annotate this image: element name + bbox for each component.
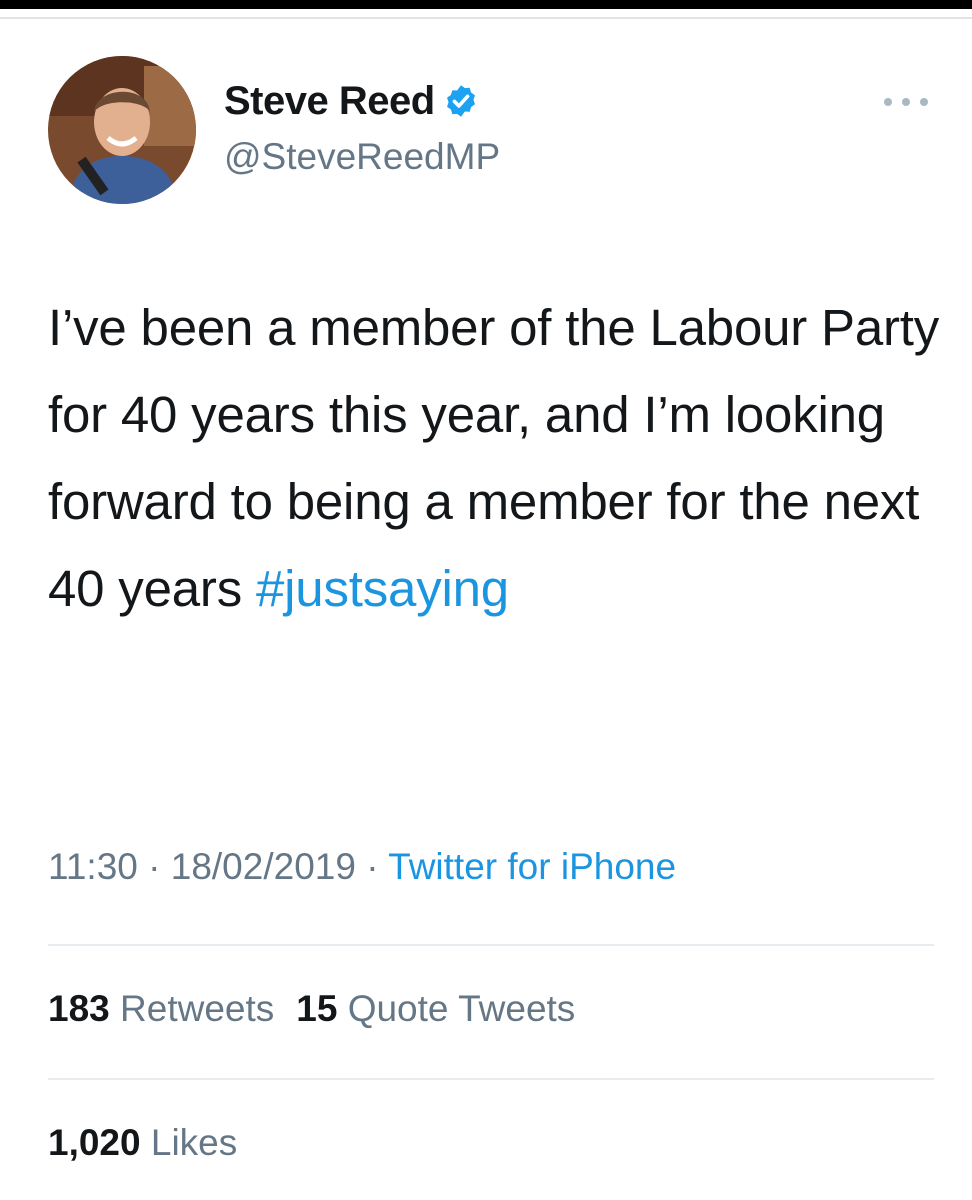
more-options-icon [884, 98, 928, 106]
tweet-date[interactable]: 18/02/2019 [171, 846, 356, 887]
likes-count: 1,020 [48, 1122, 141, 1163]
top-bar [0, 0, 972, 9]
meta-separator: · [137, 846, 171, 887]
engagement-stats: 183 Retweets 15 Quote Tweets [48, 988, 597, 1030]
divider [48, 1078, 934, 1080]
likes-label: Likes [150, 1122, 238, 1163]
hashtag-link[interactable]: #justsaying [256, 560, 509, 617]
meta-separator: · [355, 846, 389, 887]
user-name-row[interactable]: Steve Reed [224, 76, 479, 126]
quote-tweets-stat[interactable]: 15 Quote Tweets [296, 988, 575, 1029]
more-options-button[interactable] [876, 82, 936, 122]
avatar-image [48, 56, 196, 204]
avatar[interactable] [48, 56, 196, 204]
likes-stat[interactable]: 1,020 Likes [48, 1122, 237, 1164]
tweet-source-link[interactable]: Twitter for iPhone [388, 846, 676, 887]
tweet-time[interactable]: 11:30 [48, 846, 138, 887]
tweet-meta: 11:30 · 18/02/2019 · Twitter for iPhone [48, 846, 676, 888]
retweets-stat[interactable]: 183 Retweets [48, 988, 274, 1029]
verified-badge-icon [446, 85, 475, 117]
user-handle[interactable]: @SteveReedMP [224, 136, 500, 178]
quote-tweets-count: 15 [296, 988, 338, 1029]
top-divider [0, 17, 972, 19]
divider [48, 944, 934, 946]
display-name[interactable]: Steve Reed [224, 79, 435, 124]
retweets-count: 183 [48, 988, 110, 1029]
tweet-text: I’ve been a member of the Labour Party f… [48, 284, 948, 632]
retweets-label: Retweets [120, 988, 275, 1029]
quote-tweets-label: Quote Tweets [347, 988, 576, 1029]
